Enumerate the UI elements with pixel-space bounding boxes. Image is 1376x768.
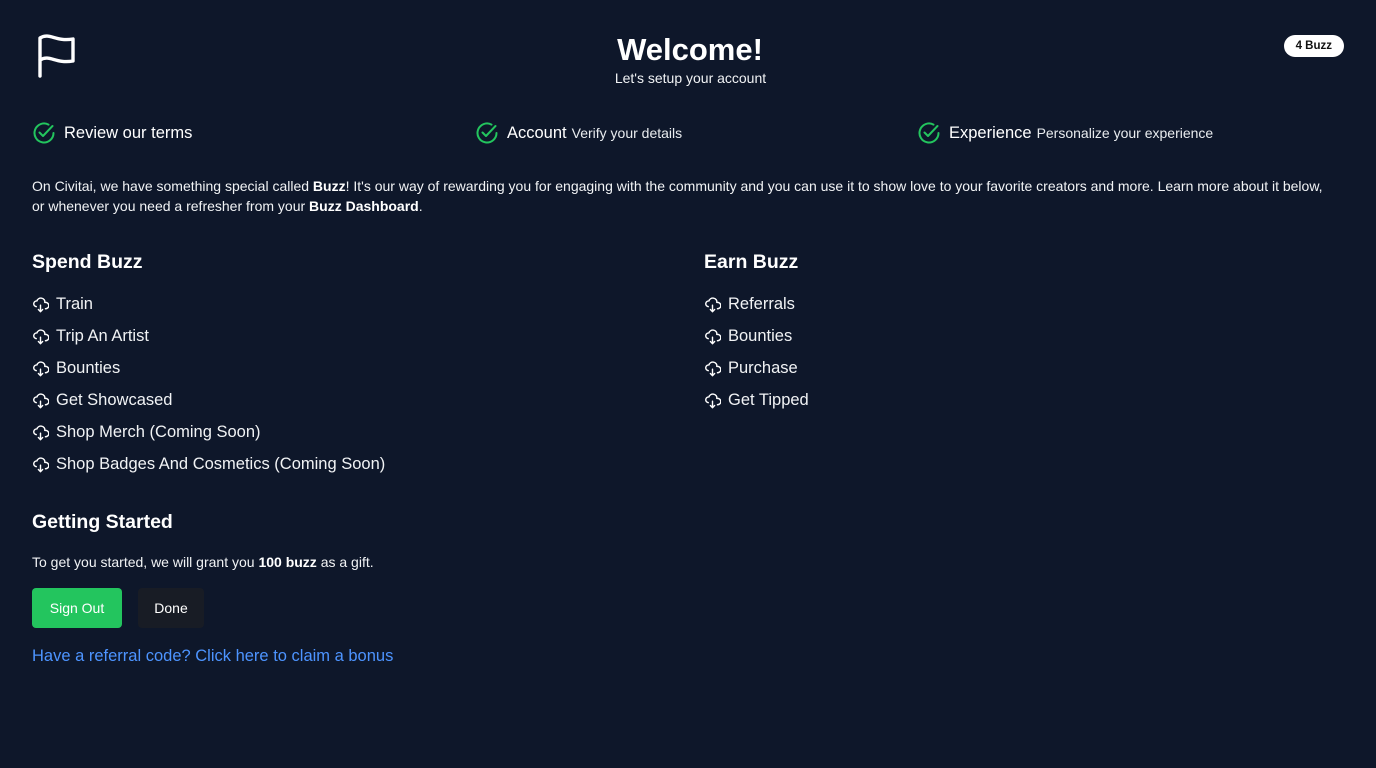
gift-amount: 100 buzz [258, 554, 317, 570]
cloud-download-icon [33, 328, 49, 344]
cloud-download-icon [705, 296, 721, 312]
spend-buzz-title: Spend Buzz [32, 251, 143, 273]
cloud-download-icon [33, 424, 49, 440]
gift-text: To get you started, we will grant you [32, 554, 259, 570]
header: Welcome! Let's setup your account [0, 32, 1376, 87]
list-item: Train [32, 288, 385, 320]
buzz-term: Buzz [312, 178, 346, 194]
list-item: Purchase [704, 352, 809, 384]
list-item-label: Train [56, 294, 93, 313]
step-label: Account [507, 123, 567, 142]
referral-code-link[interactable]: Have a referral code? Click here to clai… [32, 646, 393, 666]
intro-text: On Civitai, we have something special ca… [32, 178, 313, 194]
circle-check-icon [918, 122, 940, 144]
cloud-download-icon [33, 296, 49, 312]
onboarding-page: Welcome! Let's setup your account 4 Buzz… [0, 0, 1376, 768]
circle-check-icon [33, 122, 55, 144]
list-item: Bounties [32, 352, 385, 384]
earn-buzz-list: Referrals Bounties Purchase Get Tipped [704, 288, 809, 416]
list-item-label: Bounties [728, 326, 793, 345]
list-item-label: Referrals [728, 294, 795, 313]
list-item: Get Tipped [704, 384, 809, 416]
sign-out-button[interactable]: Sign Out [32, 588, 122, 628]
list-item-label: Purchase [728, 358, 798, 377]
list-item: Trip An Artist [32, 320, 385, 352]
list-item: Referrals [704, 288, 809, 320]
cloud-download-icon [705, 392, 721, 408]
step-account[interactable]: Account Verify your details [475, 120, 682, 146]
buzz-balance-badge[interactable]: 4 Buzz [1283, 35, 1344, 57]
earn-buzz-title: Earn Buzz [704, 251, 799, 273]
intro-text: . [418, 198, 423, 214]
buzz-dashboard-term: Buzz Dashboard [309, 198, 419, 214]
step-label: Experience [949, 123, 1032, 142]
cloud-download-icon [33, 392, 49, 408]
cloud-download-icon [33, 456, 49, 472]
done-button[interactable]: Done [138, 588, 204, 628]
cloud-download-icon [705, 328, 721, 344]
circle-check-icon [476, 122, 498, 144]
spend-buzz-list: Train Trip An Artist Bounties Get Showcased… [32, 288, 385, 480]
list-item-label: Shop Badges And Cosmetics (Coming Soon) [56, 454, 386, 473]
list-item: Shop Merch (Coming Soon) [32, 416, 385, 448]
page-title: Welcome! [617, 32, 763, 67]
buzz-intro-text: On Civitai, we have something special ca… [32, 176, 1332, 216]
list-item-label: Shop Merch (Coming Soon) [56, 422, 261, 441]
getting-started-title: Getting Started [32, 511, 173, 533]
step-terms[interactable]: Review our terms [32, 120, 197, 146]
list-item: Get Showcased [32, 384, 385, 416]
gift-text: as a gift. [316, 554, 374, 570]
step-label: Review our terms [64, 123, 193, 142]
step-description: Verify your details [571, 125, 683, 141]
cloud-download-icon [705, 360, 721, 376]
list-item: Shop Badges And Cosmetics (Coming Soon) [32, 448, 385, 480]
list-item-label: Get Showcased [56, 390, 173, 409]
list-item-label: Bounties [56, 358, 121, 377]
page-subtitle: Let's setup your account [614, 70, 767, 86]
getting-started-text: To get you started, we will grant you 10… [32, 552, 374, 572]
list-item-label: Trip An Artist [56, 326, 149, 345]
list-item-label: Get Tipped [728, 390, 809, 409]
list-item: Bounties [704, 320, 809, 352]
step-description: Personalize your experience [1036, 125, 1214, 141]
step-experience[interactable]: Experience Personalize your experience [917, 120, 1213, 146]
onboarding-stepper: Review our terms Account Verify your det… [32, 120, 1352, 146]
cloud-download-icon [33, 360, 49, 376]
